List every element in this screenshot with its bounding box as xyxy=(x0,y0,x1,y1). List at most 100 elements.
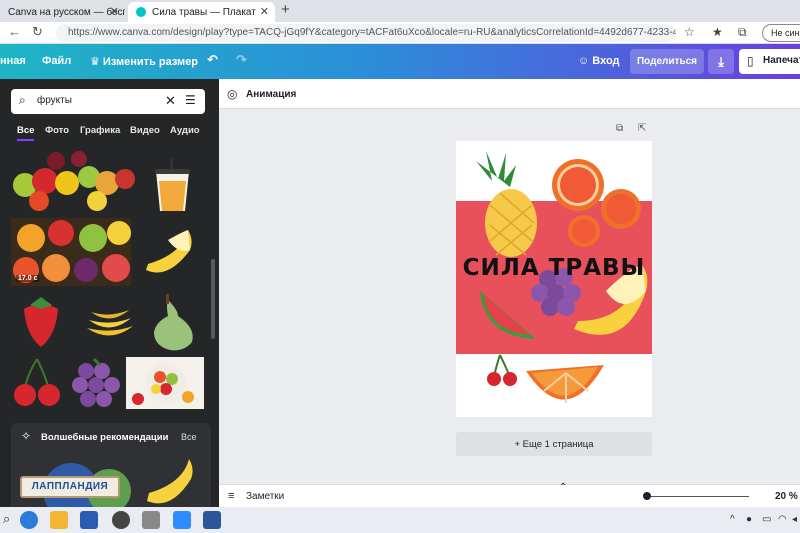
file-menu[interactable]: Файл xyxy=(42,55,71,67)
share-button[interactable]: Поделиться xyxy=(630,49,704,74)
bananas-image xyxy=(87,310,133,336)
new-tab-icon[interactable]: + xyxy=(281,1,290,18)
login-button[interactable]: ☺ Вход xyxy=(578,55,620,67)
tab-2-title: Сила травы — Плакат xyxy=(152,6,256,18)
wifi-icon[interactable]: ◠ xyxy=(778,514,787,525)
category-tabs: Все Фото Графика Видео Аудио xyxy=(0,125,219,145)
print-icon: ▯ xyxy=(747,54,754,68)
pear-graphic-thumbnail[interactable] xyxy=(148,294,200,352)
add-page-button[interactable]: + Еще 1 страница xyxy=(456,432,652,456)
chevron-up-icon[interactable]: ⌃ xyxy=(559,482,567,493)
profile-button[interactable]: Не синхрон xyxy=(762,24,800,42)
search-input[interactable]: ⌕ фрукты ✕ ☰ xyxy=(11,89,205,114)
notes-button[interactable]: Заметки xyxy=(246,491,284,502)
pear-image xyxy=(154,294,193,351)
resize-label: Изменить размер xyxy=(102,56,199,68)
banana-graphic-thumbnail[interactable] xyxy=(138,220,200,286)
store-icon[interactable] xyxy=(80,511,98,529)
printer-icon[interactable] xyxy=(142,511,160,529)
elements-panel: ⌕ фрукты ✕ ☰ Все Фото Графика Видео Ауди… xyxy=(0,79,219,513)
favorite-icon[interactable]: ☆ xyxy=(684,25,695,39)
collections-icon[interactable]: ★ xyxy=(712,25,723,39)
bottom-bar: ≡ Заметки ⌃ 20 % xyxy=(219,482,800,507)
smoothie-cup-image xyxy=(155,159,190,211)
zoom-slider-track[interactable] xyxy=(649,496,749,497)
filter-icon[interactable]: ☰ xyxy=(185,93,196,107)
panel-scrollbar[interactable] xyxy=(211,259,215,339)
banana-image xyxy=(147,459,193,504)
close-icon[interactable]: ✕ xyxy=(110,5,119,18)
home-menu[interactable]: нная xyxy=(0,55,26,67)
animation-button[interactable]: Анимация xyxy=(246,89,296,100)
magic-recommendations-title: Волшебные рекомендации xyxy=(41,432,169,443)
search-icon: ⌕ xyxy=(19,93,26,107)
browser-tab-1[interactable]: Canva на русском — бесплатный ✕ xyxy=(0,2,125,22)
share-label: Поделиться xyxy=(636,56,697,67)
undo-icon[interactable]: ↶ xyxy=(207,52,218,68)
close-icon[interactable]: ✕ xyxy=(260,5,269,18)
recommended-banana-thumbnail[interactable] xyxy=(141,451,201,513)
search-icon[interactable]: ⌕ xyxy=(3,511,21,529)
tab-photo[interactable]: Фото xyxy=(45,125,69,136)
download-button[interactable]: ⤓ xyxy=(708,49,734,74)
see-all-link[interactable]: Все xyxy=(181,432,197,442)
poster-title[interactable]: СИЛА ТРАВЫ xyxy=(456,255,652,281)
cherry-graphic-thumbnail[interactable] xyxy=(13,357,63,409)
resize-button[interactable]: ♛ Изменить размер xyxy=(90,55,198,68)
strawberry-image xyxy=(24,297,58,347)
chevron-up-icon[interactable]: ^ xyxy=(730,514,735,525)
banana-image xyxy=(146,230,192,273)
login-label: Вход xyxy=(592,55,620,67)
browser-tab-2[interactable]: Сила травы — Плакат ✕ xyxy=(128,2,275,22)
media-icon[interactable] xyxy=(112,511,130,529)
poster-page[interactable]: СИЛА ТРАВЫ xyxy=(456,141,652,417)
search-value: фрукты xyxy=(37,95,72,106)
back-icon[interactable]: ← xyxy=(8,24,21,39)
animation-icon: ◎ xyxy=(227,87,238,101)
zoom-level[interactable]: 20 % xyxy=(775,491,798,502)
microphone-icon[interactable]: ● xyxy=(746,514,752,525)
grapes-graphic-thumbnail[interactable] xyxy=(70,357,122,409)
zoom-slider-handle[interactable] xyxy=(643,492,651,500)
tab-video[interactable]: Видео xyxy=(130,125,160,136)
tab-all[interactable]: Все xyxy=(17,125,35,141)
browser-tab-bar: Canva на русском — бесплатный ✕ Сила тра… xyxy=(0,0,800,22)
duplicate-page-icon[interactable]: ⧉ xyxy=(616,123,623,134)
editor-toolbar: нная Файл ♛ Изменить размер ↶ ↷ ☺ Вход П… xyxy=(0,44,800,79)
address-bar: ← ↻ https://www.canva.com/design/play?ty… xyxy=(0,22,800,44)
print-button[interactable]: ▯ Напечат xyxy=(739,49,800,74)
video-thumbnail[interactable]: 17.0 с xyxy=(11,218,131,286)
magic-recommendations-panel: ✧ Волшебные рекомендации Все xyxy=(11,423,211,513)
windows-taskbar: ⌕ ^ ● ▭ ◠ ◂ xyxy=(0,507,800,533)
edge-browser-icon[interactable] xyxy=(20,511,38,529)
animation-bar: ◎ Анимация xyxy=(219,79,800,109)
smoothie-graphic-thumbnail[interactable] xyxy=(150,159,195,214)
grapes-image xyxy=(72,357,120,407)
fruit-bowl-image xyxy=(132,363,194,405)
redo-icon[interactable]: ↷ xyxy=(236,52,247,68)
extensions-icon[interactable]: ⧉ xyxy=(738,25,747,40)
download-icon: ⤓ xyxy=(718,54,724,69)
lapplandia-watermark-logo: ЛАППЛАНДИЯ xyxy=(20,476,120,498)
notes-icon: ≡ xyxy=(228,490,235,502)
tab-graphics[interactable]: Графика xyxy=(80,125,120,136)
add-page-icon[interactable]: ⇱ xyxy=(638,123,646,134)
zoom-app-icon[interactable] xyxy=(173,511,191,529)
crown-icon: ♛ xyxy=(90,56,103,68)
fruit-photo-thumbnail[interactable] xyxy=(11,149,136,211)
url-field[interactable]: https://www.canva.com/design/play?type=T… xyxy=(56,24,676,42)
fruit-pile-image xyxy=(13,151,135,211)
strawberry-graphic-thumbnail[interactable] xyxy=(20,291,62,349)
video-duration: 17.0 с xyxy=(16,275,40,282)
volume-icon[interactable]: ◂ xyxy=(792,514,797,525)
battery-icon[interactable]: ▭ xyxy=(762,514,771,525)
tab-audio[interactable]: Аудио xyxy=(170,125,200,136)
canva-favicon-icon xyxy=(136,7,146,17)
word-icon[interactable] xyxy=(203,511,221,529)
bananas-graphic-thumbnail[interactable] xyxy=(85,304,135,346)
file-explorer-icon[interactable] xyxy=(50,511,68,529)
refresh-icon[interactable]: ↻ xyxy=(32,24,43,40)
clear-icon[interactable]: ✕ xyxy=(165,93,176,109)
fruit-bowl-photo-thumbnail[interactable] xyxy=(126,357,204,409)
tab-1-title: Canva на русском — бесплатный xyxy=(8,6,125,18)
